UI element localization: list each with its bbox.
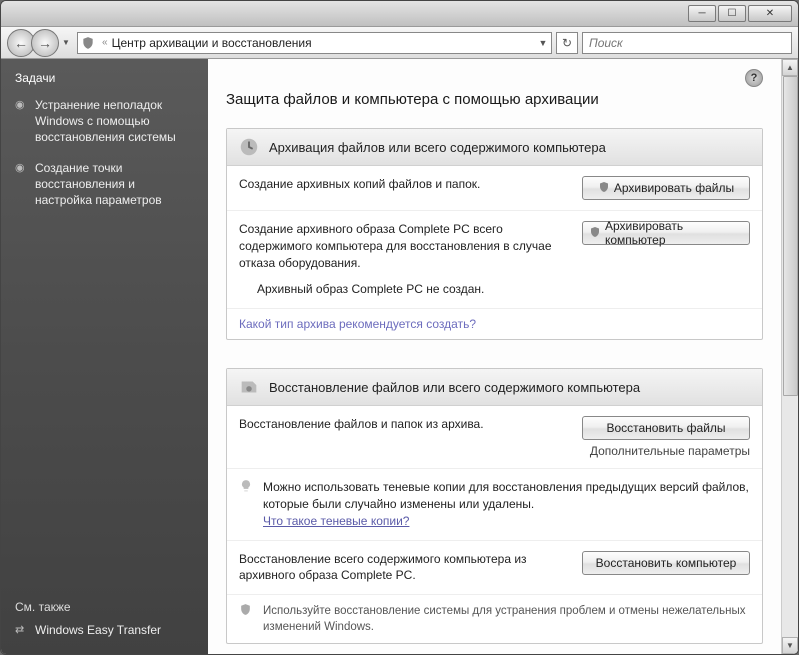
shield-icon [598, 181, 610, 196]
see-also-label: Windows Easy Transfer [35, 622, 161, 638]
page-title: Защита файлов и компьютера с помощью арх… [226, 91, 763, 108]
maximize-button[interactable]: ☐ [718, 5, 746, 22]
body: Задачи ◉ Устранение неполадок Windows с … [1, 59, 798, 654]
backup-computer-row: Создание архивного образа Complete PC вс… [227, 211, 762, 309]
shadow-copy-tip: Можно использовать теневые копии для вос… [227, 469, 762, 540]
button-label: Архивировать файлы [614, 181, 734, 195]
task-label: Устранение неполадок Windows с помощью в… [35, 97, 194, 146]
shield-icon [589, 226, 601, 241]
scroll-thumb[interactable] [783, 76, 798, 396]
restore-panel: Восстановление файлов или всего содержим… [226, 368, 763, 644]
close-button[interactable]: ✕ [748, 5, 792, 22]
help-icon: ? [751, 72, 758, 84]
toolbar: ← → ▼ « Центр архивации и восстановления… [1, 27, 798, 59]
help-button[interactable]: ? [745, 69, 763, 87]
arrow-right-icon: → [38, 35, 52, 51]
titlebar: ─ ☐ ✕ [1, 1, 798, 27]
nav-history-dropdown[interactable]: ▼ [59, 29, 73, 57]
scroll-up-button[interactable]: ▲ [782, 59, 798, 76]
breadcrumb-sep: « [98, 37, 112, 48]
button-label: Архивировать компьютер [605, 219, 743, 247]
sidebar: Задачи ◉ Устранение неполадок Windows с … [1, 59, 208, 654]
address-bar[interactable]: « Центр архивации и восстановления ▼ [77, 32, 552, 54]
backup-icon [237, 135, 261, 159]
system-restore-text: Используйте восстановление системы для у… [263, 603, 750, 635]
shield-icon: ◉ [15, 160, 29, 209]
shadow-copy-text: Можно использовать теневые копии для вос… [263, 480, 749, 511]
shield-icon [239, 603, 255, 621]
backup-files-button[interactable]: Архивировать файлы [582, 176, 750, 200]
search-box[interactable] [582, 32, 792, 54]
scroll-down-button[interactable]: ▼ [782, 637, 798, 654]
backup-panel-title: Архивация файлов или всего содержимого к… [269, 140, 606, 155]
backup-panel: Архивация файлов или всего содержимого к… [226, 128, 763, 340]
shield-icon [78, 36, 98, 50]
refresh-button[interactable]: ↻ [556, 32, 578, 54]
forward-button[interactable]: → [31, 29, 59, 57]
arrow-left-icon: ← [14, 35, 28, 51]
button-label: Восстановить компьютер [596, 556, 737, 570]
window: ─ ☐ ✕ ← → ▼ « Центр архивации и восстано… [0, 0, 799, 655]
backup-help-link[interactable]: Какой тип архива рекомендуется создать? [227, 309, 762, 339]
shadow-copy-link[interactable]: Что такое теневые копии? [263, 514, 409, 528]
shield-icon: ◉ [15, 97, 29, 146]
task-label: Создание точки восстановления и настройк… [35, 160, 194, 209]
refresh-icon: ↻ [562, 36, 572, 50]
transfer-icon: ⇄ [15, 622, 29, 638]
backup-files-row: Создание архивных копий файлов и папок. … [227, 166, 762, 211]
backup-computer-status: Архивный образ Complete PC не создан. [239, 281, 572, 298]
restore-panel-title: Восстановление файлов или всего содержим… [269, 380, 640, 395]
restore-computer-button[interactable]: Восстановить компьютер [582, 551, 750, 575]
backup-panel-header: Архивация файлов или всего содержимого к… [227, 129, 762, 166]
breadcrumb-text: Центр архивации и восстановления [112, 36, 312, 50]
restore-icon [237, 375, 261, 399]
backup-files-desc: Создание архивных копий файлов и папок. [239, 176, 572, 200]
task-system-restore[interactable]: ◉ Устранение неполадок Windows с помощью… [15, 97, 194, 146]
restore-computer-desc: Восстановление всего содержимого компьют… [239, 551, 572, 585]
tasks-header: Задачи [15, 71, 194, 85]
see-also-easy-transfer[interactable]: ⇄ Windows Easy Transfer [15, 622, 194, 638]
task-create-restore-point[interactable]: ◉ Создание точки восстановления и настро… [15, 160, 194, 209]
restore-advanced-link[interactable]: Дополнительные параметры [582, 444, 750, 458]
minimize-button[interactable]: ─ [688, 5, 716, 22]
address-dropdown[interactable]: ▼ [535, 38, 551, 48]
restore-files-desc: Восстановление файлов и папок из архива. [239, 416, 572, 458]
system-restore-info: Используйте восстановление системы для у… [227, 595, 762, 643]
backup-computer-button[interactable]: Архивировать компьютер [582, 221, 750, 245]
main-area: ? Защита файлов и компьютера с помощью а… [208, 59, 798, 654]
button-label: Восстановить файлы [606, 421, 725, 435]
vertical-scrollbar[interactable]: ▲ ▼ [781, 59, 798, 654]
lightbulb-icon [239, 479, 255, 529]
search-input[interactable] [589, 36, 785, 50]
restore-panel-header: Восстановление файлов или всего содержим… [227, 369, 762, 406]
see-also-header: См. также [15, 600, 194, 614]
restore-files-button[interactable]: Восстановить файлы [582, 416, 750, 440]
restore-files-row: Восстановление файлов и папок из архива.… [227, 406, 762, 469]
backup-computer-desc: Создание архивного образа Complete PC вс… [239, 221, 572, 271]
main-content: ? Защита файлов и компьютера с помощью а… [208, 59, 781, 654]
restore-computer-row: Восстановление всего содержимого компьют… [227, 541, 762, 596]
